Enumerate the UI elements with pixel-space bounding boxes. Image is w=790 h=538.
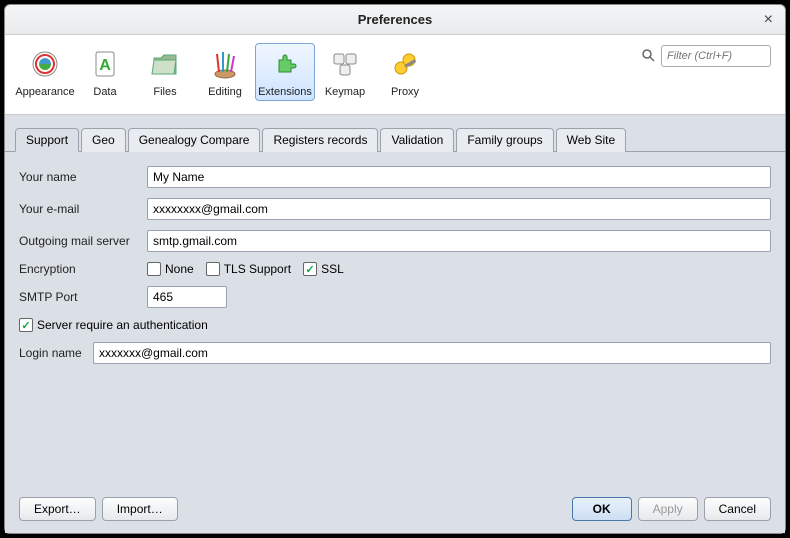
toolbar-label: Extensions bbox=[258, 86, 312, 98]
appearance-icon bbox=[29, 48, 61, 80]
titlebar: Preferences × bbox=[5, 5, 785, 35]
content-area: Support Geo Genealogy Compare Registers … bbox=[5, 115, 785, 533]
toolbar-item-data[interactable]: A Data bbox=[75, 43, 135, 101]
toolbar-item-files[interactable]: Files bbox=[135, 43, 195, 101]
filter-input[interactable] bbox=[661, 45, 771, 67]
auth-label: Server require an authentication bbox=[37, 318, 208, 332]
toolbar: Appearance A Data Files Editing Extensio… bbox=[5, 35, 785, 115]
toolbar-label: Editing bbox=[208, 86, 242, 98]
encryption-none-checkbox[interactable] bbox=[147, 262, 161, 276]
toolbar-label: Keymap bbox=[325, 86, 365, 98]
toolbar-label: Appearance bbox=[15, 86, 74, 98]
editing-icon bbox=[209, 48, 241, 80]
toolbar-item-proxy[interactable]: Proxy bbox=[375, 43, 435, 101]
preferences-window: Preferences × Appearance A Data Files E bbox=[4, 4, 786, 534]
cancel-button[interactable]: Cancel bbox=[704, 497, 771, 521]
tab-genealogy-compare[interactable]: Genealogy Compare bbox=[128, 128, 261, 152]
close-icon[interactable]: × bbox=[764, 11, 773, 29]
tab-geo[interactable]: Geo bbox=[81, 128, 126, 152]
ok-button[interactable]: OK bbox=[572, 497, 632, 521]
your-name-label: Your name bbox=[19, 170, 147, 184]
export-button[interactable]: Export… bbox=[19, 497, 96, 521]
toolbar-item-editing[interactable]: Editing bbox=[195, 43, 255, 101]
encryption-label: Encryption bbox=[19, 262, 147, 276]
your-email-input[interactable] bbox=[147, 198, 771, 220]
auth-checkbox[interactable]: ✓ bbox=[19, 318, 33, 332]
import-button[interactable]: Import… bbox=[102, 497, 178, 521]
mail-server-input[interactable] bbox=[147, 230, 771, 252]
encryption-ssl-label: SSL bbox=[321, 262, 344, 276]
apply-button[interactable]: Apply bbox=[638, 497, 698, 521]
svg-text:A: A bbox=[99, 57, 111, 74]
window-title: Preferences bbox=[358, 12, 432, 27]
files-icon bbox=[149, 48, 181, 80]
encryption-tls-label: TLS Support bbox=[224, 262, 291, 276]
toolbar-label: Data bbox=[93, 86, 116, 98]
encryption-none-label: None bbox=[165, 262, 194, 276]
search-icon bbox=[641, 48, 655, 65]
support-form: Your name Your e-mail Outgoing mail serv… bbox=[5, 152, 785, 487]
data-icon: A bbox=[89, 48, 121, 80]
toolbar-label: Proxy bbox=[391, 86, 419, 98]
footer: Export… Import… OK Apply Cancel bbox=[5, 487, 785, 533]
tab-family-groups[interactable]: Family groups bbox=[456, 128, 553, 152]
smtp-port-input[interactable] bbox=[147, 286, 227, 308]
tab-validation[interactable]: Validation bbox=[380, 128, 454, 152]
toolbar-item-keymap[interactable]: Keymap bbox=[315, 43, 375, 101]
proxy-icon bbox=[389, 48, 421, 80]
extensions-icon bbox=[269, 48, 301, 80]
login-name-input[interactable] bbox=[93, 342, 771, 364]
mail-server-label: Outgoing mail server bbox=[19, 234, 147, 248]
filter-box bbox=[641, 45, 771, 67]
your-email-label: Your e-mail bbox=[19, 202, 147, 216]
encryption-ssl-checkbox[interactable]: ✓ bbox=[303, 262, 317, 276]
login-name-label: Login name bbox=[19, 346, 93, 360]
tab-web-site[interactable]: Web Site bbox=[556, 128, 626, 152]
keymap-icon bbox=[329, 48, 361, 80]
your-name-input[interactable] bbox=[147, 166, 771, 188]
toolbar-item-appearance[interactable]: Appearance bbox=[15, 43, 75, 101]
tab-registers-records[interactable]: Registers records bbox=[262, 128, 378, 152]
tab-support[interactable]: Support bbox=[15, 128, 79, 152]
toolbar-item-extensions[interactable]: Extensions bbox=[255, 43, 315, 101]
tabs: Support Geo Genealogy Compare Registers … bbox=[5, 115, 785, 152]
smtp-port-label: SMTP Port bbox=[19, 290, 147, 304]
encryption-tls-checkbox[interactable] bbox=[206, 262, 220, 276]
toolbar-label: Files bbox=[153, 86, 176, 98]
